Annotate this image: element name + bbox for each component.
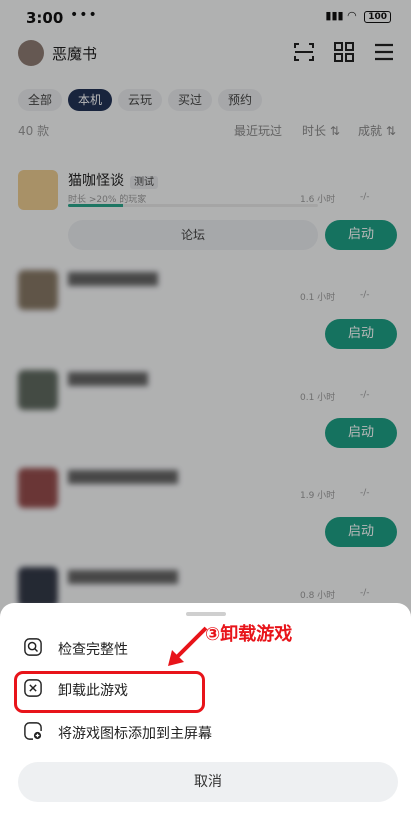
sheet-handle[interactable] bbox=[186, 612, 226, 616]
annotation-label: ③卸载游戏 bbox=[205, 624, 293, 645]
cancel-button[interactable]: 取消 bbox=[18, 762, 398, 802]
add-to-home-label: 将游戏图标添加到主屏幕 bbox=[58, 726, 212, 742]
search-icon bbox=[24, 638, 42, 656]
highlight-box bbox=[14, 671, 205, 713]
check-integrity-label: 检查完整性 bbox=[58, 642, 128, 658]
arrow-icon bbox=[168, 626, 208, 666]
add-to-home-icon bbox=[24, 722, 42, 740]
add-to-home-item[interactable]: 将游戏图标添加到主屏幕 bbox=[18, 714, 388, 750]
